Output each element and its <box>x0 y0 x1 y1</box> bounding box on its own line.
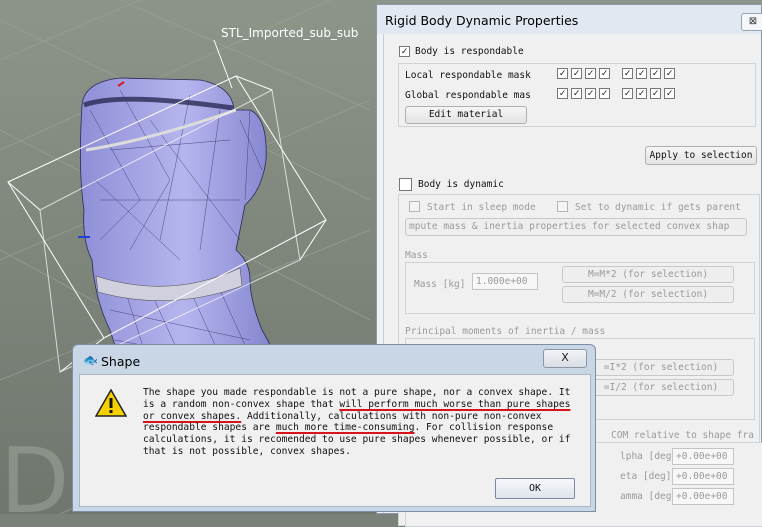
compute-inertia-button[interactable]: mpute mass & inertia properties for sele… <box>405 218 747 236</box>
mass-half-button[interactable]: M=M/2 (for selection) <box>562 286 734 303</box>
apply-to-selection-button[interactable]: Apply to selection <box>645 146 757 165</box>
set-dynamic-label: Set to dynamic if gets parent <box>575 202 741 213</box>
com-section-label: COM relative to shape fra <box>611 430 754 441</box>
local-mask-label: Local respondable mask <box>405 70 531 81</box>
mass-double-button[interactable]: M=M*2 (for selection) <box>562 266 734 283</box>
respondable-label: Body is respondable <box>415 46 524 57</box>
global-mask-checkboxes[interactable]: ✓ ✓ ✓ ✓ ✓ ✓ ✓ ✓ <box>557 88 675 99</box>
object-label: STL_Imported_sub_sub <box>221 26 358 40</box>
local-mask-bit[interactable]: ✓ <box>650 68 661 79</box>
dialog-body: The shape you made respondable is not a … <box>79 374 591 507</box>
inertia-section-label: Principal moments of inertia / mass <box>405 326 606 337</box>
mass-section-label: Mass <box>405 250 428 261</box>
global-mask-label: Global respondable mas <box>405 90 531 101</box>
local-mask-bit[interactable]: ✓ <box>599 68 610 79</box>
global-mask-bit[interactable]: ✓ <box>622 88 633 99</box>
window-titlebar[interactable]: Rigid Body Dynamic Properties ⊠ <box>377 5 762 34</box>
dynamic-label: Body is dynamic <box>418 179 504 190</box>
local-mask-bit[interactable]: ✓ <box>585 68 596 79</box>
respondable-group: Local respondable mask Global respondabl… <box>398 63 756 127</box>
dialog-message: The shape you made respondable is not a … <box>143 387 583 458</box>
local-mask-bit[interactable]: ✓ <box>557 68 568 79</box>
app-icon: 🐟 <box>83 353 98 367</box>
global-mask-bit[interactable]: ✓ <box>636 88 647 99</box>
close-icon[interactable]: ⊠ <box>741 13 762 31</box>
local-mask-bit[interactable]: ✓ <box>571 68 582 79</box>
beta-label: eta [deg] <box>620 471 672 482</box>
alpha-label: lpha [deg] <box>620 451 678 462</box>
local-mask-checkboxes[interactable]: ✓ ✓ ✓ ✓ ✓ ✓ ✓ ✓ <box>557 68 675 79</box>
global-mask-bit[interactable]: ✓ <box>650 88 661 99</box>
watermark-letters: D <box>0 429 69 514</box>
shape-warning-dialog: 🐟 Shape X The shape you made respondable… <box>72 344 596 512</box>
global-mask-bit[interactable]: ✓ <box>599 88 610 99</box>
message-highlight: much more time-consuming <box>275 422 415 434</box>
set-dynamic-checkbox[interactable] <box>557 201 568 212</box>
inertia-double-button[interactable]: =I*2 (for selection) <box>588 359 734 376</box>
global-mask-bit[interactable]: ✓ <box>571 88 582 99</box>
close-icon[interactable]: X <box>543 349 587 368</box>
mass-label: Mass [kg] <box>414 279 466 290</box>
edit-material-button[interactable]: Edit material <box>405 106 527 124</box>
global-mask-bit[interactable]: ✓ <box>664 88 675 99</box>
dynamic-checkbox[interactable] <box>399 178 412 191</box>
gamma-label: amma [deg] <box>620 491 678 502</box>
global-mask-bit[interactable]: ✓ <box>585 88 596 99</box>
sleep-mode-checkbox[interactable] <box>409 201 420 212</box>
respondable-checkbox[interactable]: ✓ <box>399 46 410 57</box>
sleep-mode-label: Start in sleep mode <box>427 202 536 213</box>
gamma-field[interactable]: +0.00e+00 <box>672 488 734 505</box>
dialog-title: Shape <box>101 354 141 369</box>
mass-field[interactable]: 1.000e+00 <box>472 273 538 290</box>
mass-group: Mass [kg] 1.000e+00 M=M*2 (for selection… <box>405 262 755 314</box>
local-mask-bit[interactable]: ✓ <box>664 68 675 79</box>
beta-field[interactable]: +0.00e+00 <box>672 468 734 485</box>
inertia-half-button[interactable]: =I/2 (for selection) <box>588 379 734 396</box>
alpha-field[interactable]: +0.00e+00 <box>672 448 734 465</box>
local-mask-bit[interactable]: ✓ <box>636 68 647 79</box>
warning-icon <box>95 388 127 417</box>
ok-button[interactable]: OK <box>495 478 575 499</box>
local-mask-bit[interactable]: ✓ <box>622 68 633 79</box>
global-mask-bit[interactable]: ✓ <box>557 88 568 99</box>
window-title: Rigid Body Dynamic Properties <box>385 13 579 28</box>
